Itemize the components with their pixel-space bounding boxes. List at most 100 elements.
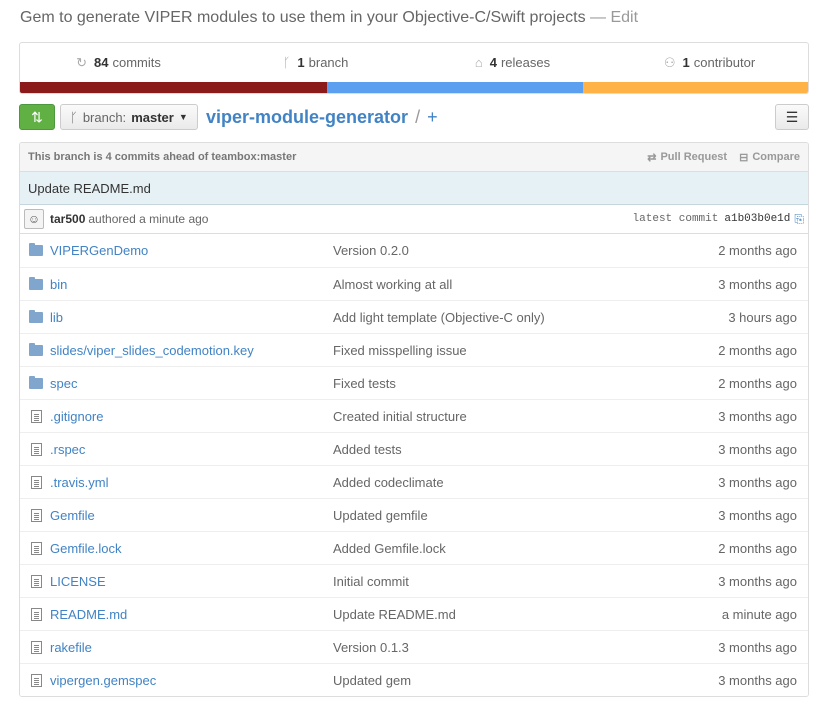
folder-icon	[29, 342, 43, 356]
file-name-link[interactable]: spec	[50, 376, 333, 391]
branch-ahead-bar: This branch is 4 commits ahead of teambo…	[20, 143, 808, 172]
releases-stat[interactable]: ⌂ 4 releases	[414, 43, 611, 82]
file-age: 3 months ago	[718, 639, 797, 655]
file-commit-message[interactable]: Added Gemfile.lock	[333, 541, 678, 556]
file-table: This branch is 4 commits ahead of teambo…	[19, 142, 809, 697]
releases-count: 4	[489, 55, 497, 70]
ahead-text: This branch is 4 commits ahead of teambo…	[28, 151, 297, 163]
file-name-link[interactable]: LICENSE	[50, 574, 333, 589]
file-row: Gemfile.lock Added Gemfile.lock 2 months a…	[20, 531, 808, 564]
branch-select-button[interactable]: ᚴ branch: master ▼	[60, 104, 198, 130]
file-name-link[interactable]: README.md	[50, 607, 333, 622]
pull-request-link[interactable]: ⇄ Pull Request	[647, 151, 727, 164]
branch-stat[interactable]: ᚴ 1 branch	[217, 43, 414, 82]
file-row: vipergen.gemspec Updated gem 3 months ago	[20, 663, 808, 696]
repo-stats: ↻ 84 commits ᚴ 1 branch ⌂ 4 releases ⚇ 1…	[19, 42, 809, 94]
file-commit-message[interactable]: Initial commit	[333, 574, 678, 589]
tag-icon: ⌂	[474, 55, 483, 70]
latest-commit-label: latest commit	[632, 213, 719, 225]
folder-icon	[29, 309, 43, 323]
file-age: 3 months ago	[718, 474, 797, 490]
history-icon: ↻	[76, 54, 88, 70]
file-age: 3 months ago	[718, 507, 797, 523]
clipboard-icon[interactable]: ⎘	[794, 212, 804, 227]
file-age: 2 months ago	[718, 243, 797, 258]
commit-authored-time: authored a minute ago	[88, 212, 209, 226]
file-commit-message[interactable]: Update README.md	[333, 607, 678, 622]
file-icon	[30, 508, 42, 522]
file-commit-message[interactable]: Updated gemfile	[333, 508, 678, 523]
file-commit-message[interactable]: Added codeclimate	[333, 475, 678, 490]
releases-label: releases	[500, 55, 551, 70]
contributor-label: contributor	[693, 55, 756, 70]
contributor-stat[interactable]: ⚇ 1 contributor	[611, 43, 808, 82]
commit-sha[interactable]: a1b03b0e1d	[724, 213, 790, 225]
file-row: .gitignore Created initial structure 3 mon…	[20, 399, 808, 432]
contributor-count: 1	[682, 55, 690, 70]
file-commit-message[interactable]: Add light template (Objective-C only)	[333, 310, 678, 325]
latest-commit-message[interactable]: Update README.md	[20, 172, 808, 205]
edit-description-link[interactable]: — Edit	[590, 9, 638, 26]
new-file-link[interactable]: +	[427, 107, 438, 127]
file-commit-message[interactable]: Added tests	[333, 442, 678, 457]
avatar[interactable]: ☺	[24, 209, 44, 229]
file-commit-message[interactable]: Version 0.2.0	[333, 243, 678, 258]
branch-label: branch	[308, 55, 349, 70]
branch-name: master	[131, 109, 174, 125]
list-view-button[interactable]: ☰	[775, 104, 809, 130]
compare-link[interactable]: ⊟ Compare	[739, 151, 800, 164]
file-icon	[30, 640, 42, 654]
organization-icon: ⚇	[663, 54, 676, 70]
file-row: LICENSE Initial commit 3 months ago	[20, 564, 808, 597]
commits-stat[interactable]: ↻ 84 commits	[20, 43, 217, 82]
file-name-link[interactable]: slides/viper_slides_codemotion.key	[50, 343, 333, 358]
file-name-link[interactable]: rakefile	[50, 640, 333, 655]
file-name-link[interactable]: Gemfile.lock	[50, 541, 333, 556]
commits-count: 84	[94, 55, 109, 70]
file-name-link[interactable]: VIPERGenDemo	[50, 243, 333, 258]
repo-description: Gem to generate VIPER modules to use the…	[20, 9, 638, 27]
compare-label: Compare	[752, 151, 800, 163]
file-commit-message[interactable]: Updated gem	[333, 673, 678, 688]
repo-root-link[interactable]: viper-module-generator	[206, 107, 408, 127]
language-segment[interactable]	[20, 82, 328, 93]
file-name-link[interactable]: lib	[50, 310, 333, 325]
file-icon	[30, 442, 42, 456]
commit-author[interactable]: tar500	[50, 212, 85, 226]
file-name-link[interactable]: Gemfile	[50, 508, 333, 523]
folder-icon	[29, 276, 43, 290]
file-row: bin Almost working at all 3 months ago	[20, 267, 808, 300]
file-age: 3 hours ago	[728, 309, 797, 325]
path-separator: /	[415, 107, 421, 127]
commits-label: commits	[112, 55, 161, 70]
file-commit-message[interactable]: Fixed misspelling issue	[333, 343, 678, 358]
file-age: 3 months ago	[718, 276, 797, 292]
file-age: 3 months ago	[718, 408, 797, 424]
file-commit-message[interactable]: Fixed tests	[333, 376, 678, 391]
language-bar[interactable]	[20, 82, 808, 93]
language-segment[interactable]	[583, 82, 808, 93]
latest-commit-meta: ☺ tar500 authored a minute ago latest co…	[20, 205, 808, 234]
folder-icon	[29, 375, 43, 389]
language-segment[interactable]	[327, 82, 584, 93]
compare-review-button[interactable]: ⇅	[19, 104, 55, 130]
file-commit-message[interactable]: Version 0.1.3	[333, 640, 678, 655]
file-name-link[interactable]: bin	[50, 277, 333, 292]
pull-request-icon: ⇄	[647, 151, 657, 164]
file-age: a minute ago	[721, 606, 797, 622]
file-name-link[interactable]: .travis.yml	[50, 475, 333, 490]
file-row: spec Fixed tests 2 months ago	[20, 366, 808, 399]
file-age: 3 months ago	[718, 441, 797, 457]
file-row: Gemfile Updated gemfile 3 months ago	[20, 498, 808, 531]
file-commit-message[interactable]: Almost working at all	[333, 277, 678, 292]
breadcrumb: viper-module-generator / +	[206, 107, 438, 128]
file-name-link[interactable]: .rspec	[50, 442, 333, 457]
file-name-link[interactable]: .gitignore	[50, 409, 333, 424]
file-name-link[interactable]: vipergen.gemspec	[50, 673, 333, 688]
compare-icon: ⊟	[739, 151, 749, 164]
file-commit-message[interactable]: Created initial structure	[333, 409, 678, 424]
folder-icon	[29, 243, 43, 256]
file-list: VIPERGenDemo Version 0.2.0 2 months ago bin…	[20, 234, 808, 696]
file-icon	[30, 409, 42, 423]
file-age: 2 months ago	[718, 342, 797, 358]
